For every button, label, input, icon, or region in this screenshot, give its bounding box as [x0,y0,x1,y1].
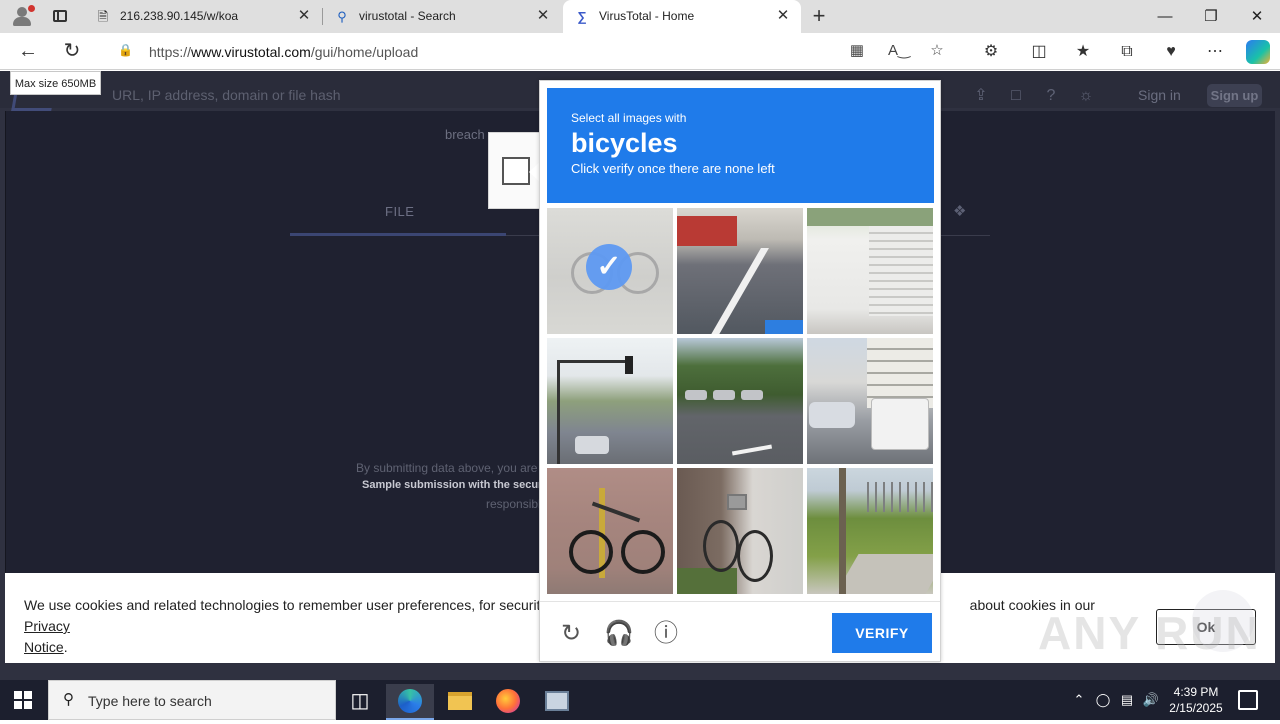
new-tab-button[interactable]: + [808,5,830,27]
tab-title: virustotal - Search [359,9,456,23]
vt-search-input[interactable]: URL, IP address, domain or file hash [112,87,341,103]
volume-icon[interactable]: 🔊 [1142,691,1160,709]
app-taskbar-icon[interactable] [533,684,581,720]
address-bar[interactable]: 🔒 https://www.virustotal.com/gui/home/up… [100,36,964,66]
tab-file[interactable]: FILE [385,204,414,219]
page-icon: 🗎 [97,9,109,24]
split-screen-icon[interactable]: ◫ [1028,41,1050,63]
image-grid: ✓ [547,208,934,595]
terms-text: responsibl [486,497,541,511]
favorites-icon[interactable]: ★ [1072,41,1094,63]
close-icon[interactable]: ✕ [296,8,312,24]
extensions-icon[interactable]: ⚙ [980,41,1002,63]
lock-icon[interactable]: 🔒 [118,43,133,57]
tab-file-underline [290,233,506,236]
file-explorer-icon[interactable] [436,684,484,720]
taskbar-clock[interactable]: 4:39 PM 2/15/2025 [1160,684,1232,716]
clock-time: 4:39 PM [1173,685,1219,699]
windows-start-icon[interactable] [14,691,32,709]
security-tray-icon[interactable]: ◯ [1094,691,1112,709]
copilot-icon[interactable] [1246,40,1270,64]
prompt-target: bicycles [571,128,678,158]
captcha-image-6[interactable] [807,338,933,464]
captcha-image-3[interactable] [807,208,933,334]
verify-button[interactable]: VERIFY [832,613,932,653]
anyrun-watermark: ANY RUN [1038,607,1261,659]
task-view-icon[interactable]: ◫ [336,684,384,720]
refresh-icon[interactable]: ↻ [557,620,585,648]
browser-toolbar: ← ↻ 🔒 https://www.virustotal.com/gui/hom… [0,33,1280,70]
close-icon[interactable]: ✕ [535,8,551,24]
url-text[interactable]: https://www.virustotal.com/gui/home/uplo… [149,44,418,60]
close-icon[interactable]: ✕ [775,8,791,24]
app-available-icon[interactable]: ▦ [848,42,866,60]
edge-taskbar-icon[interactable] [386,684,434,720]
browser-essentials-icon[interactable]: ♥ [1160,41,1182,63]
minimize-button[interactable]: — [1142,0,1188,33]
theme-toggle-icon[interactable]: ☼ [1075,85,1097,107]
sign-in-link[interactable]: Sign in [1138,87,1181,103]
challenge-prompt: Select all images with bicycles Click ve… [547,88,934,203]
captcha-image-2[interactable] [677,208,803,334]
captcha-image-1[interactable]: ✓ [547,208,673,334]
challenge-footer-divider [540,601,940,602]
captcha-image-9[interactable] [807,468,933,594]
taskbar-search-placeholder: Type here to search [88,693,212,709]
notifications-icon[interactable] [1238,690,1258,710]
chevron-up-icon[interactable]: ⌃ [1070,691,1088,709]
browser-tab-strip: 🗎 216.238.90.145/w/koa ✕ ⚲ virustotal - … [0,0,1280,33]
vt-intro-text: breach [445,127,485,142]
profile-icon[interactable] [10,5,35,27]
back-button[interactable]: ← [16,39,40,63]
window-close-button[interactable]: ✕ [1234,0,1280,33]
audio-challenge-icon[interactable]: 🎧 [604,620,634,648]
search-icon: ⚲ [337,9,347,24]
favorite-star-icon[interactable]: ☆ [928,42,946,60]
browser-tab-1[interactable]: 🗎 216.238.90.145/w/koa ✕ [84,0,322,33]
windows-taskbar: ⚲ Type here to search ◫ ⌃ ◯ ▤ 🔊 4:39 PM … [0,680,1280,720]
check-icon: ✓ [586,244,632,290]
help-icon[interactable]: ? [1040,85,1062,107]
notice-link[interactable]: Notice [24,639,64,655]
captcha-checkbox[interactable] [502,157,530,185]
privacy-link[interactable]: Privacy [24,618,70,634]
browser-tab-3-active[interactable]: ∑ VirusTotal - Home ✕ [563,0,801,33]
prompt-instruction: Click verify once there are none left [571,161,775,176]
virustotal-icon: ∑ [577,9,587,24]
terms-text-bold: Sample submission with the secur [362,479,543,491]
captcha-image-5[interactable] [677,338,803,464]
read-aloud-icon[interactable]: A‿ [888,42,910,60]
tab-actions-icon[interactable] [50,6,70,26]
clock-date: 2/15/2025 [1169,701,1223,715]
collections-icon[interactable]: ⧉ [1116,41,1138,63]
upload-icon[interactable]: ⇪ [970,85,992,107]
info-icon[interactable]: ⓘ [652,620,680,648]
restore-button[interactable]: ❐ [1188,0,1234,33]
search-mode-icon[interactable]: ❖ [953,203,975,221]
max-size-tooltip: Max size 650MB [10,71,101,95]
more-menu-icon[interactable]: ⋯ [1204,41,1226,63]
terms-text: By submitting data above, you are a [356,461,548,475]
search-icon: ⚲ [63,691,74,708]
tab-title: 216.238.90.145/w/koa [120,9,239,23]
prompt-line: Select all images with [571,111,687,125]
captcha-image-4[interactable] [547,338,673,464]
captcha-challenge: Select all images with bicycles Click ve… [539,80,941,662]
captcha-image-8[interactable] [677,468,803,594]
refresh-button[interactable]: ↻ [60,39,84,63]
captcha-image-7[interactable] [547,468,673,594]
taskbar-search-box[interactable]: ⚲ Type here to search [48,680,336,720]
network-icon[interactable]: ▤ [1118,691,1136,709]
firefox-icon[interactable] [484,684,532,720]
tab-title: VirusTotal - Home [599,9,695,23]
sign-up-button[interactable]: Sign up [1207,84,1262,107]
browser-tab-2[interactable]: ⚲ virustotal - Search ✕ [323,0,561,33]
notifications-icon[interactable]: □ [1005,85,1027,107]
